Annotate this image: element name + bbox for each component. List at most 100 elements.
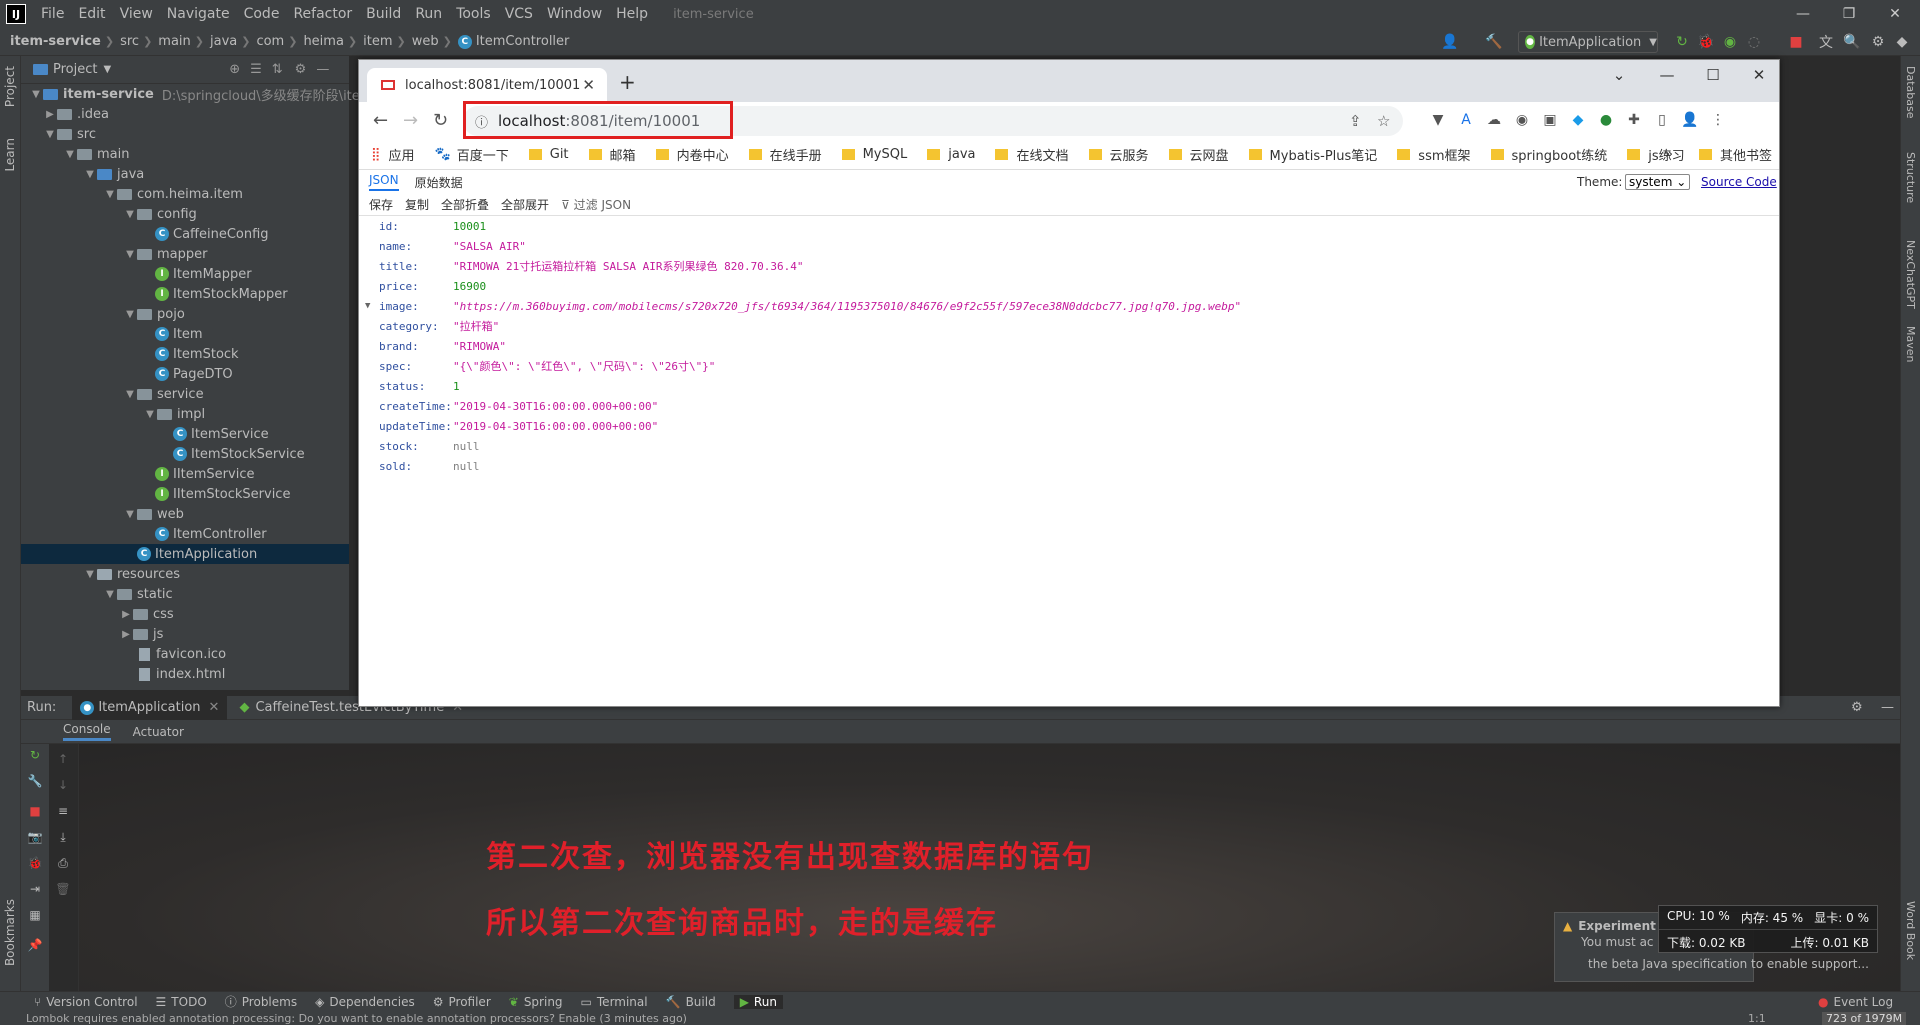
new-tab-icon[interactable]: +	[619, 70, 636, 94]
menu-navigate[interactable]: Navigate	[160, 6, 237, 22]
tool-terminal[interactable]: ▭ Terminal	[581, 995, 648, 1009]
tab-json[interactable]: JSON	[369, 173, 399, 191]
run-tab-itemapplication[interactable]: ● ItemApplication ✕	[72, 695, 228, 720]
up-arrow-icon[interactable]: ↑	[55, 752, 71, 768]
tool-build[interactable]: 🔨 Build	[666, 995, 716, 1009]
bookmark-mybatis[interactable]: Mybatis-Plus笔记	[1248, 145, 1377, 164]
menu-vcs[interactable]: VCS	[498, 6, 540, 22]
translate-icon[interactable]: 文	[1816, 32, 1836, 52]
gear-icon[interactable]: ⚙	[1851, 700, 1863, 715]
more-bookmarks-icon[interactable]: »	[1665, 147, 1673, 162]
extension-v-icon[interactable]: ▼	[1429, 112, 1447, 130]
bookmark-apps[interactable]: ⣿ 应用	[371, 145, 415, 164]
menu-refactor[interactable]: Refactor	[286, 6, 359, 22]
forward-icon[interactable]: →	[403, 110, 418, 131]
tool-version-control[interactable]: ⑂ Version Control	[34, 995, 138, 1009]
menu-code[interactable]: Code	[237, 6, 287, 22]
print-icon[interactable]: ⎙	[55, 856, 71, 872]
extension-diamond-icon[interactable]: ◆	[1569, 112, 1587, 130]
save-button[interactable]: 保存	[369, 196, 393, 213]
tool-run[interactable]: ▶ Run	[733, 994, 783, 1009]
debug-icon[interactable]: 🐞	[27, 856, 43, 872]
memory-indicator[interactable]: 723 of 1979M	[1822, 1011, 1907, 1025]
breadcrumb-src[interactable]: src	[120, 34, 139, 49]
tree-item-itemservice[interactable]: C ItemService	[21, 424, 269, 444]
expand-all-icon[interactable]: ☰	[250, 62, 262, 77]
bookmarks-tool-tab[interactable]: Bookmarks	[3, 899, 17, 966]
tree-item-idea[interactable]: ▶ .idea	[21, 104, 109, 124]
bookmark-cloud-service[interactable]: 云服务	[1088, 145, 1149, 164]
tree-root[interactable]: ▼ item-service D:\springcloud\多级缓存阶段\item-…	[21, 84, 384, 104]
rerun-icon[interactable]: ↻	[1672, 32, 1692, 52]
tree-item-web[interactable]: ▼ web	[21, 504, 184, 524]
browser-tab[interactable]: localhost:8081/item/10001 ✕	[367, 68, 607, 102]
tree-item-pagedto[interactable]: C PageDTO	[21, 364, 233, 384]
bookmark-docs[interactable]: 在线文档	[995, 145, 1069, 164]
tree-item-static[interactable]: ▼ static	[21, 584, 173, 604]
project-tool-tab[interactable]: Project	[3, 66, 17, 107]
tab-search-icon[interactable]: ⌄	[1599, 66, 1639, 84]
menu-edit[interactable]: Edit	[71, 6, 112, 22]
profiler-icon[interactable]: ◌	[1744, 32, 1764, 52]
minimize-icon[interactable]: —	[1647, 66, 1687, 84]
extension-globe-icon[interactable]: ◉	[1513, 112, 1531, 130]
breadcrumb-com[interactable]: com	[256, 34, 284, 49]
exit-icon[interactable]: ⇥	[27, 882, 43, 898]
gear-icon[interactable]: ⚙	[1868, 32, 1888, 52]
tree-item-itemcontroller[interactable]: C ItemController	[21, 524, 267, 544]
tree-item-itemstock[interactable]: C ItemStock	[21, 344, 239, 364]
menu-run[interactable]: Run	[408, 6, 449, 22]
hide-icon[interactable]: —	[1881, 700, 1894, 715]
tab-raw-data[interactable]: 原始数据	[415, 174, 463, 191]
tree-item-css[interactable]: ▶ css	[21, 604, 174, 624]
source-code-link[interactable]: Source Code	[1701, 175, 1777, 189]
bookmark-git[interactable]: Git	[528, 147, 569, 162]
tab-console[interactable]: Console	[63, 722, 111, 741]
maximize-icon[interactable]: ☐	[1693, 66, 1733, 84]
search-icon[interactable]: 🔍	[1842, 32, 1862, 52]
tree-item-item[interactable]: C Item	[21, 324, 203, 344]
hide-icon[interactable]: —	[316, 62, 329, 77]
user-icon[interactable]: 👤	[1440, 32, 1460, 52]
stop-icon[interactable]: ■	[1786, 32, 1806, 52]
tree-item-pojo[interactable]: ▼ pojo	[21, 304, 185, 324]
tree-item-itemstockmapper[interactable]: I ItemStockMapper	[21, 284, 288, 304]
bookmark-other[interactable]: 其他书签	[1699, 145, 1772, 164]
tree-item-itemstockservice[interactable]: C ItemStockService	[21, 444, 305, 464]
down-arrow-icon[interactable]: ↓	[55, 778, 71, 794]
tree-item-itemmapper[interactable]: I ItemMapper	[21, 264, 252, 284]
tool-event-log[interactable]: ● Event Log	[1818, 995, 1893, 1009]
layout-icon[interactable]: ▦	[27, 908, 43, 924]
theme-select[interactable]: system ⌄	[1625, 174, 1691, 190]
menu-view[interactable]: View	[113, 6, 160, 22]
close-icon[interactable]: ✕	[1739, 66, 1779, 84]
collapse-all-icon[interactable]: ⇅	[272, 62, 283, 77]
reload-icon[interactable]: ↻	[433, 110, 448, 131]
collapse-toggle-icon[interactable]: ▼	[365, 301, 370, 311]
minimize-icon[interactable]: —	[1780, 0, 1826, 28]
word-book-tool-tab[interactable]: Word Book	[1904, 901, 1917, 960]
tree-item-service[interactable]: ▼ service	[21, 384, 203, 404]
extension-cloud-icon[interactable]: ☁	[1485, 112, 1503, 130]
bookmark-cloud-disk[interactable]: 云网盘	[1168, 145, 1229, 164]
close-icon[interactable]: ✕	[1872, 0, 1918, 28]
menu-help[interactable]: Help	[609, 6, 655, 22]
filter-json-button[interactable]: ⊽ 过滤 JSON	[561, 196, 631, 213]
side-panel-icon[interactable]: ▯	[1653, 112, 1671, 130]
more-menu-icon[interactable]: ⋮	[1709, 112, 1727, 130]
breadcrumb-heima[interactable]: heima	[303, 34, 343, 49]
tool-profiler[interactable]: ⚙ Profiler	[433, 995, 491, 1009]
tree-item-java[interactable]: ▼ java	[21, 164, 144, 184]
tree-item-main[interactable]: ▼ main	[21, 144, 129, 164]
tool-todo[interactable]: ☰ TODO	[156, 995, 207, 1009]
tree-item-mapper[interactable]: ▼ mapper	[21, 244, 207, 264]
breadcrumb-java[interactable]: java	[210, 34, 237, 49]
image-url-link[interactable]: "https://m.360buyimg.com/mobilecms/s720x…	[453, 300, 1241, 313]
database-tool-tab[interactable]: Database	[1904, 66, 1917, 119]
tree-item-iitemservice[interactable]: I IItemService	[21, 464, 254, 484]
bookmark-java[interactable]: java	[927, 147, 975, 162]
wrench-icon[interactable]: 🔧	[27, 774, 43, 790]
run-configuration-select[interactable]: ● ItemApplication ▼	[1518, 31, 1658, 53]
tree-item-index-html[interactable]: index.html	[21, 664, 225, 684]
collapse-all-button[interactable]: 全部折叠	[441, 196, 489, 213]
